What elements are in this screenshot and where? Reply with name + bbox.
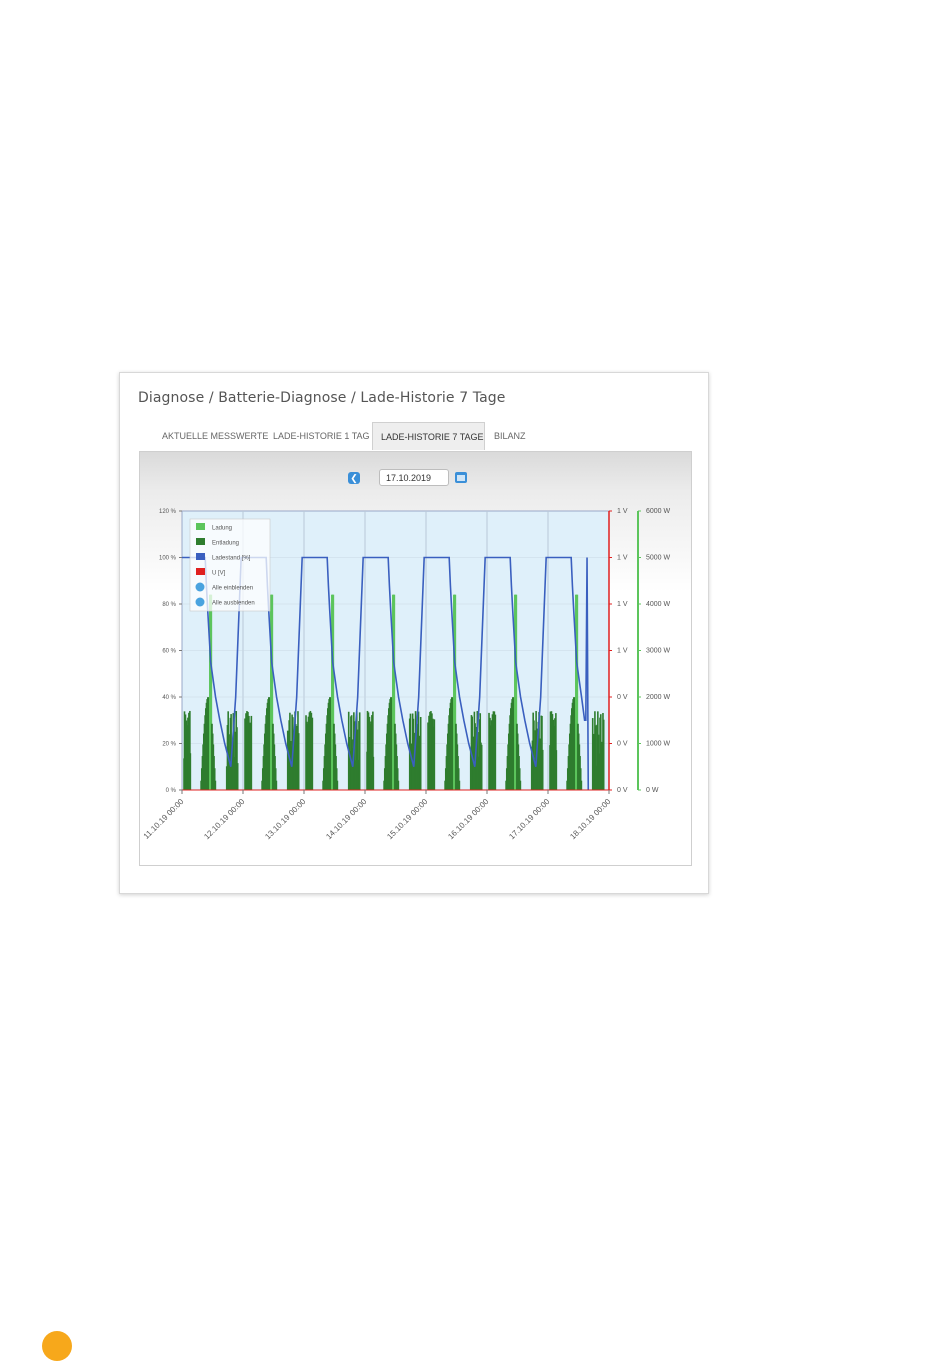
x-tick-label: 13.10.19 00:00: [263, 797, 308, 842]
entladung-bar: [311, 717, 314, 790]
entladung-bar: [433, 719, 436, 790]
entladung-bar: [541, 749, 544, 790]
x-tick-label: 16.10.19 00:00: [446, 797, 491, 842]
y-right-power-tick-label: 3000 W: [646, 648, 671, 655]
x-tick-label: 15.10.19 00:00: [385, 797, 430, 842]
eye-icon: [195, 582, 205, 592]
y-right-power-tick-label: 6000 W: [646, 508, 671, 515]
legend-swatch: [196, 568, 205, 575]
tab-lade-historie-1-tag[interactable]: LADE-HISTORIE 1 TAG: [265, 422, 378, 450]
legend-label: Alle ausblenden: [212, 601, 255, 607]
entladung-bar: [250, 715, 253, 790]
y-right-voltage-tick-label: 1 V: [617, 508, 628, 515]
y-right-power-tick-label: 4000 W: [646, 601, 671, 608]
tab-aktuelle-messwerte[interactable]: AKTUELLE MESSWERTE: [154, 422, 276, 450]
y-right-voltage-tick-label: 1 V: [617, 555, 628, 562]
tab-bar: AKTUELLE MESSWERTE LADE-HISTORIE 1 TAG L…: [140, 422, 692, 450]
x-tick-label: 18.10.19 00:00: [568, 797, 613, 842]
tab-lade-historie-7-tage[interactable]: LADE-HISTORIE 7 TAGE: [372, 422, 485, 450]
y-right-voltage-tick-label: 0 V: [617, 694, 628, 701]
ladung-bar: [397, 780, 400, 790]
y-right-power-tick-label: 5000 W: [646, 555, 671, 562]
y-left-tick-label: 0 %: [166, 788, 177, 794]
x-tick-label: 12.10.19 00:00: [202, 797, 247, 842]
y-left-tick-label: 60 %: [162, 649, 176, 655]
legend-label: U [V]: [212, 571, 226, 577]
y-left-tick-label: 40 %: [162, 695, 176, 701]
ladung-bar: [580, 780, 583, 790]
y-left-tick-label: 20 %: [162, 742, 176, 748]
legend-label: Entladung: [212, 541, 239, 547]
y-right-power-tick-label: 2000 W: [646, 694, 671, 701]
chart-svg: 120 % 100 % 80 % 60 % 40 % 20 % 0 % 1 V 1 V 1 V 1 …: [142, 508, 671, 842]
x-tick-label: 11.10.19 00:00: [142, 797, 186, 841]
ladung-bar: [458, 780, 461, 790]
breadcrumb: Diagnose / Batterie-Diagnose / Lade-Hist…: [138, 390, 506, 406]
y-right-voltage-tick-label: 0 V: [617, 787, 628, 794]
legend-label: Alle einblenden: [212, 586, 253, 592]
entladung-bar: [419, 716, 422, 790]
eye-off-icon: [195, 597, 205, 607]
legend-box: [189, 518, 271, 612]
entladung-bar: [372, 756, 375, 790]
legend-swatch: [196, 523, 205, 530]
legend-swatch: [196, 538, 205, 545]
diagnose-panel: Diagnose / Batterie-Diagnose / Lade-Hist…: [119, 372, 709, 894]
y-right-voltage-tick-label: 0 V: [617, 741, 628, 748]
legend-label: Ladung: [212, 526, 232, 532]
entladung-bar: [358, 712, 361, 790]
entladung-bar: [555, 750, 558, 790]
page-number-dot: [42, 1331, 72, 1361]
y-left-tick-label: 120 %: [159, 509, 177, 515]
x-tick-label: 14.10.19 00:00: [324, 797, 369, 842]
entladung-bar: [480, 744, 483, 790]
tab-bilanz[interactable]: BILANZ: [486, 422, 534, 450]
ladung-bar: [336, 780, 339, 790]
legend-label: Ladestand [%]: [212, 556, 251, 562]
ladung-bar: [275, 780, 278, 790]
entladung-bar: [297, 733, 300, 790]
y-left-tick-label: 100 %: [159, 556, 177, 562]
entladung-bar: [189, 753, 192, 790]
entladung-bar: [494, 714, 497, 790]
ladung-bar: [214, 780, 217, 790]
x-tick-label: 17.10.19 00:00: [507, 797, 552, 842]
y-right-power-tick-label: 1000 W: [646, 741, 671, 748]
entladung-bar: [236, 763, 239, 790]
y-left-tick-label: 80 %: [162, 602, 176, 608]
y-right-power-tick-label: 0 W: [646, 787, 659, 794]
entladung-bar: [602, 719, 605, 790]
ladung-bar: [519, 780, 522, 790]
chart-container: ❮ 120 %100 %80 %60 %40 %20 %0 %1 V1 V1 V…: [139, 451, 692, 866]
y-right-voltage-tick-label: 1 V: [617, 601, 628, 608]
y-right-voltage-tick-label: 1 V: [617, 648, 628, 655]
legend-swatch: [196, 553, 205, 560]
